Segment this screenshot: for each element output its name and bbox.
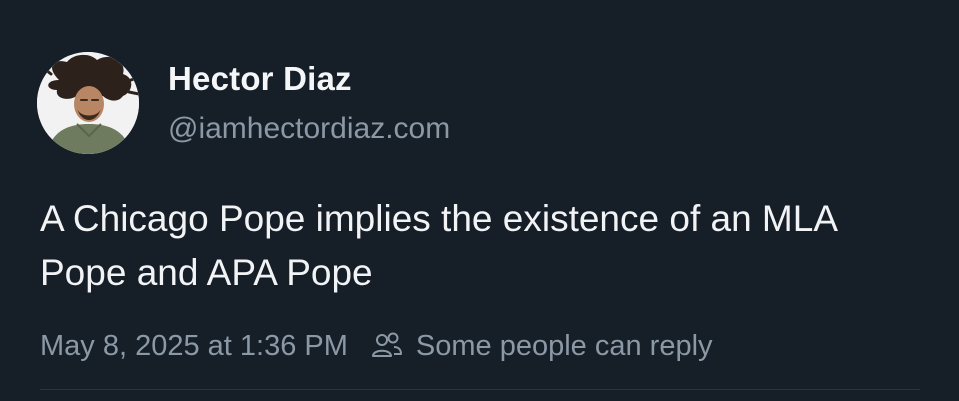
avatar[interactable] xyxy=(37,52,139,154)
reply-setting-label: Some people can reply xyxy=(415,329,713,362)
post-timestamp[interactable]: May 8, 2025 at 1:36 PM xyxy=(40,330,348,363)
post-card: Hector Diaz @iamhectordiaz.com A Chicago… xyxy=(0,0,959,401)
reply-setting[interactable]: Some people can reply xyxy=(370,329,713,363)
author-display-name[interactable]: Hector Diaz xyxy=(168,60,352,98)
divider xyxy=(40,389,920,390)
author-handle[interactable]: @iamhectordiaz.com xyxy=(168,112,450,146)
people-icon xyxy=(370,329,404,363)
post-meta: May 8, 2025 at 1:36 PM Some people can r… xyxy=(40,326,713,366)
post-text: A Chicago Pope implies the existence of … xyxy=(40,198,836,293)
